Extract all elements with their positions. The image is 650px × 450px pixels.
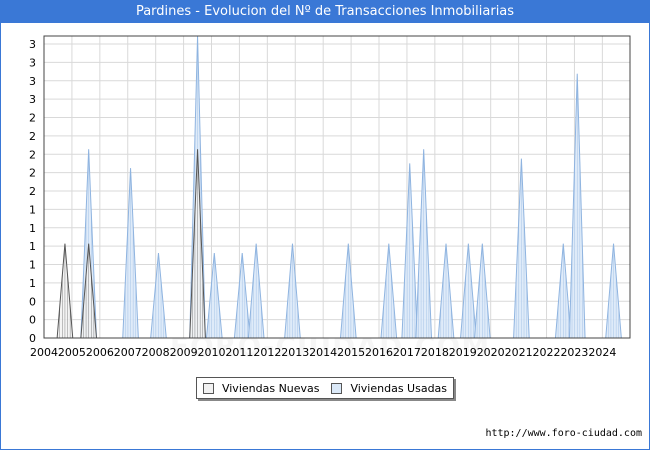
- x-tick-label: 2024: [588, 346, 616, 359]
- legend: Viviendas Nuevas Viviendas Usadas: [196, 377, 454, 399]
- legend-swatch-usadas: [331, 382, 343, 394]
- y-tick-label: 1: [29, 222, 36, 235]
- x-tick-label: 2014: [309, 346, 337, 359]
- y-tick-label: 2: [29, 148, 36, 161]
- y-tick-label: 1: [29, 277, 36, 290]
- x-tick-label: 2017: [393, 346, 421, 359]
- y-tick-label: 1: [29, 203, 36, 216]
- y-tick-label: 0: [29, 295, 36, 308]
- x-tick-label: 2023: [560, 346, 588, 359]
- x-tick-label: 2012: [253, 346, 281, 359]
- x-tick-label: 2022: [533, 346, 561, 359]
- y-tick-label: 0: [29, 314, 36, 327]
- y-tick-label: 3: [29, 38, 36, 51]
- y-tick-label: 1: [29, 259, 36, 272]
- legend-label-nuevas: Viviendas Nuevas: [221, 381, 320, 395]
- x-tick-label: 2007: [114, 346, 142, 359]
- x-tick-label: 2021: [505, 346, 533, 359]
- x-tick-label: 2020: [477, 346, 505, 359]
- x-tick-label: 2015: [337, 346, 365, 359]
- y-tick-label: 3: [29, 56, 36, 69]
- legend-swatch-nuevas: [202, 382, 214, 394]
- x-tick-label: 2016: [365, 346, 393, 359]
- y-tick-label: 2: [29, 167, 36, 180]
- source-url: http://www.foro-ciudad.com: [485, 428, 642, 439]
- x-tick-label: 2005: [58, 346, 86, 359]
- y-tick-label: 2: [29, 112, 36, 125]
- y-tick-label: 2: [29, 130, 36, 143]
- y-tick-label: 0: [29, 332, 36, 345]
- x-tick-label: 2019: [449, 346, 477, 359]
- y-tick-label: 1: [29, 240, 36, 253]
- y-tick-label: 3: [29, 93, 36, 106]
- x-tick-label: 2018: [421, 346, 449, 359]
- x-tick-label: 2009: [170, 346, 198, 359]
- legend-entry-usadas: Viviendas Usadas: [331, 382, 447, 395]
- y-tick-label: 2: [29, 185, 36, 198]
- y-tick-label: 3: [29, 75, 36, 88]
- x-tick-label: 2010: [198, 346, 226, 359]
- x-tick-label: 2006: [86, 346, 114, 359]
- x-tick-label: 2008: [142, 346, 170, 359]
- legend-label-usadas: Viviendas Usadas: [350, 381, 448, 395]
- x-tick-label: 2004: [30, 346, 58, 359]
- x-tick-label: 2011: [225, 346, 253, 359]
- x-tick-label: 2013: [281, 346, 309, 359]
- legend-entry-nuevas: Viviendas Nuevas: [202, 381, 320, 395]
